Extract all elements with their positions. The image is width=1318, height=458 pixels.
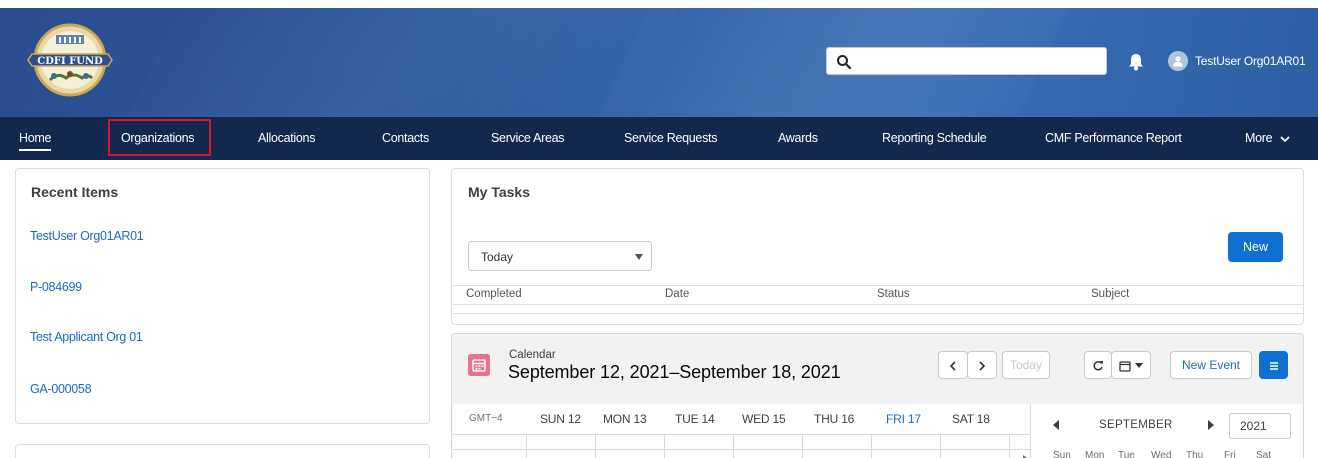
notifications-bell-icon[interactable] xyxy=(1128,53,1144,71)
calendar-view-icon xyxy=(1119,361,1131,372)
new-task-button[interactable]: New xyxy=(1228,232,1283,262)
nav-more-label: More xyxy=(1245,131,1273,145)
column-header-date[interactable]: Date xyxy=(665,288,689,300)
search-input[interactable] xyxy=(857,51,1097,71)
mini-calendar-next-icon[interactable] xyxy=(1206,419,1216,431)
new-event-button[interactable]: New Event xyxy=(1170,351,1252,379)
svg-text:CDFI FUND: CDFI FUND xyxy=(37,56,103,67)
mini-calendar-dow: Sun xyxy=(1053,450,1071,458)
column-header-completed[interactable]: Completed xyxy=(466,288,522,300)
recent-item-link[interactable]: GA-000058 xyxy=(30,382,92,396)
nav-item-awards[interactable]: Awards xyxy=(778,117,818,160)
timezone-label: GMT−4 xyxy=(469,413,503,424)
mini-calendar-prev-icon[interactable] xyxy=(1051,419,1061,431)
caret-down-icon xyxy=(635,254,643,260)
user-icon xyxy=(1173,56,1183,67)
nav-item-contacts[interactable]: Contacts xyxy=(382,117,429,160)
day-header[interactable]: SAT 18 xyxy=(952,412,990,426)
calendar-next-button[interactable] xyxy=(967,351,997,379)
calendar-prev-button[interactable] xyxy=(938,351,968,379)
day-header-today[interactable]: FRI 17 xyxy=(886,412,921,426)
mini-calendar-dow: Wed xyxy=(1151,450,1172,458)
calendar-date-range: September 12, 2021–September 18, 2021 xyxy=(508,362,841,382)
day-header[interactable]: WED 15 xyxy=(742,412,786,426)
mini-calendar-year-select[interactable]: 2021 xyxy=(1229,413,1291,439)
calendar-list-view-button[interactable] xyxy=(1259,351,1288,379)
recent-items-card: Recent Items TestUser Org01AR01 P-084699… xyxy=(15,168,430,424)
caret-down-icon xyxy=(1134,362,1143,368)
day-header[interactable]: TUE 14 xyxy=(675,412,715,426)
calendar-card: Calendar September 12, 2021–September 18… xyxy=(451,333,1304,458)
mini-calendar-dow: Thu xyxy=(1186,450,1204,458)
tasks-table-header: Completed Date Status Subject xyxy=(453,285,1303,305)
nav-item-service-areas[interactable]: Service Areas xyxy=(491,117,565,160)
calendar-icon xyxy=(468,354,490,376)
mini-calendar-dow: Sat xyxy=(1256,450,1272,458)
recent-item-link[interactable]: P-084699 xyxy=(30,280,82,294)
chevron-left-icon xyxy=(949,361,956,371)
chevron-right-icon xyxy=(979,361,986,371)
global-header: CDFI FUND TestUser Org01AR01 xyxy=(0,0,1318,117)
cdfi-fund-logo[interactable]: CDFI FUND xyxy=(26,22,114,98)
mini-calendar: SEPTEMBER 2021 Sun Mon Tue Wed Thu Fri S… xyxy=(1030,404,1303,458)
week-grid: GMT−4 SUN 12 MON 13 TUE 14 WED 15 THU 16… xyxy=(453,404,1030,458)
recent-items-title: Recent Items xyxy=(31,184,119,200)
calendar-today-button[interactable]: Today xyxy=(1002,351,1050,379)
day-header[interactable]: SUN 12 xyxy=(540,412,581,426)
refresh-icon xyxy=(1093,360,1103,371)
calendar-refresh-button[interactable] xyxy=(1084,351,1112,379)
user-profile-menu[interactable]: TestUser Org01AR01 xyxy=(1168,50,1306,72)
my-tasks-card: My Tasks Today New Completed Date Status… xyxy=(451,168,1304,325)
nav-item-more[interactable]: More xyxy=(1245,117,1291,160)
day-header[interactable]: MON 13 xyxy=(603,412,647,426)
nav-item-allocations[interactable]: Allocations xyxy=(258,117,315,160)
secondary-card xyxy=(15,444,430,458)
list-icon xyxy=(1269,362,1278,370)
recent-item-link[interactable]: TestUser Org01AR01 xyxy=(30,229,144,243)
mini-calendar-dow: Tue xyxy=(1118,450,1135,458)
nav-item-home[interactable]: Home xyxy=(19,117,51,160)
nav-item-reporting-schedule[interactable]: Reporting Schedule xyxy=(882,117,987,160)
user-name[interactable]: TestUser Org01AR01 xyxy=(1195,54,1306,68)
task-filter-select[interactable]: Today xyxy=(468,241,652,271)
tasks-table-body xyxy=(453,305,1303,314)
avatar[interactable] xyxy=(1168,51,1188,71)
column-header-subject[interactable]: Subject xyxy=(1091,288,1129,300)
recent-item-link[interactable]: Test Applicant Org 01 xyxy=(30,330,143,344)
day-header[interactable]: THU 16 xyxy=(814,412,854,426)
mini-calendar-dow: Mon xyxy=(1085,450,1105,458)
calendar-label: Calendar xyxy=(509,349,556,361)
chevron-down-icon xyxy=(1280,136,1291,142)
mini-calendar-month: SEPTEMBER xyxy=(1099,419,1173,431)
nav-item-cmf-performance-report[interactable]: CMF Performance Report xyxy=(1045,117,1182,160)
column-header-status[interactable]: Status xyxy=(877,288,910,300)
global-search[interactable] xyxy=(826,47,1107,75)
my-tasks-title: My Tasks xyxy=(468,184,530,200)
mini-calendar-dow: Fri xyxy=(1224,450,1236,458)
search-icon xyxy=(837,55,852,70)
calendar-view-menu-button[interactable] xyxy=(1111,351,1151,379)
organizations-highlight-box xyxy=(108,119,211,156)
task-filter-value: Today xyxy=(481,250,514,264)
nav-item-service-requests[interactable]: Service Requests xyxy=(624,117,717,160)
